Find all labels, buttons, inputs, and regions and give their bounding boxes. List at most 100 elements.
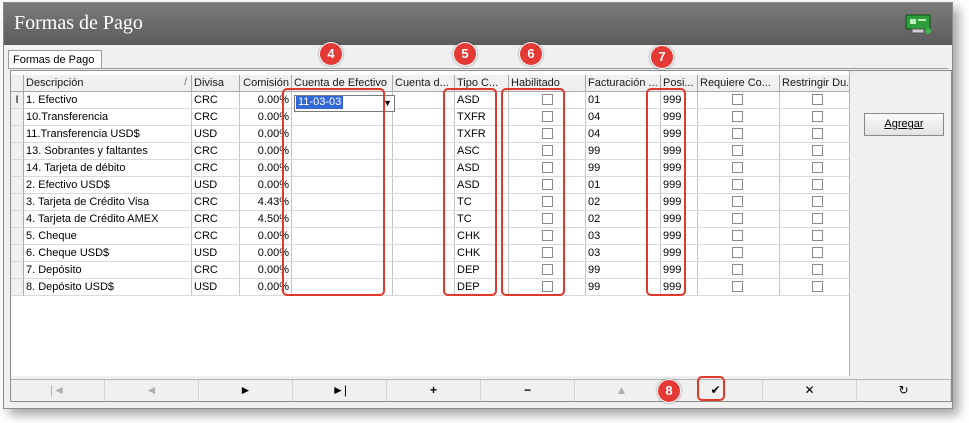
cell-restringir[interactable]	[780, 262, 849, 279]
cell-descripcion[interactable]: 7. Depósito	[24, 262, 192, 279]
cell-restringir[interactable]	[780, 109, 849, 126]
restringir-checkbox[interactable]	[812, 247, 823, 258]
restringir-checkbox[interactable]	[812, 179, 823, 190]
cell-divisa[interactable]: USD	[192, 245, 240, 262]
cell-descripcion[interactable]: 1. Efectivo	[24, 92, 192, 109]
header-divisa[interactable]: Divisa	[192, 75, 240, 92]
cell-restringir[interactable]	[780, 211, 849, 228]
cell-divisa[interactable]: CRC	[192, 211, 240, 228]
requiere-checkbox[interactable]	[732, 230, 743, 241]
cell-descripcion[interactable]: 4. Tarjeta de Crédito AMEX	[24, 211, 192, 228]
row-indicator[interactable]	[11, 245, 24, 262]
cell-requiere[interactable]	[698, 245, 780, 262]
restringir-checkbox[interactable]	[812, 145, 823, 156]
header-restringir[interactable]: Restringir Du...	[780, 75, 849, 92]
cell-descripcion[interactable]: 8. Depósito USD$	[24, 279, 192, 296]
restringir-checkbox[interactable]	[812, 264, 823, 275]
cell-restringir[interactable]	[780, 143, 849, 160]
cell-descripcion[interactable]: 10.Transferencia	[24, 109, 192, 126]
nav-prior-icon[interactable]: ◄	[105, 380, 199, 401]
cell-divisa[interactable]: USD	[192, 279, 240, 296]
cell-restringir[interactable]	[780, 228, 849, 245]
cell-restringir[interactable]	[780, 194, 849, 211]
restringir-checkbox[interactable]	[812, 94, 823, 105]
requiere-checkbox[interactable]	[732, 247, 743, 258]
nav-refresh-icon[interactable]: ↻	[857, 380, 951, 401]
cell-divisa[interactable]: CRC	[192, 262, 240, 279]
nav-next-icon[interactable]: ►	[199, 380, 293, 401]
cell-requiere[interactable]	[698, 279, 780, 296]
cell-requiere[interactable]	[698, 143, 780, 160]
cell-descripcion[interactable]: 5. Cheque	[24, 228, 192, 245]
table-row[interactable]: 13. Sobrantes y faltantes CRC 0.00% ASC 99 99…	[11, 143, 849, 160]
row-indicator[interactable]	[11, 228, 24, 245]
nav-cancel-icon[interactable]: ✕	[763, 380, 857, 401]
nav-insert-icon[interactable]: +	[387, 380, 481, 401]
restringir-checkbox[interactable]	[812, 281, 823, 292]
table-row[interactable]: 14. Tarjeta de débito CRC 0.00% ASD 99 999	[11, 160, 849, 177]
row-indicator[interactable]	[11, 194, 24, 211]
requiere-checkbox[interactable]	[732, 196, 743, 207]
table-row[interactable]: 10.Transferencia CRC 0.00% TXFR 04 999	[11, 109, 849, 126]
cell-divisa[interactable]: CRC	[192, 160, 240, 177]
row-indicator[interactable]	[11, 262, 24, 279]
requiere-checkbox[interactable]	[732, 281, 743, 292]
cell-requiere[interactable]	[698, 262, 780, 279]
row-indicator[interactable]	[11, 109, 24, 126]
table-row[interactable]: 3. Tarjeta de Crédito Visa CRC 4.43% TC 02 99…	[11, 194, 849, 211]
cell-restringir[interactable]	[780, 279, 849, 296]
restringir-checkbox[interactable]	[812, 162, 823, 173]
cell-restringir[interactable]	[780, 92, 849, 109]
cell-restringir[interactable]	[780, 126, 849, 143]
table-row[interactable]: 6. Cheque USD$ USD 0.00% CHK 03 999	[11, 245, 849, 262]
restringir-checkbox[interactable]	[812, 230, 823, 241]
header-requiere[interactable]: Requiere Co...	[698, 75, 780, 92]
requiere-checkbox[interactable]	[732, 264, 743, 275]
cell-descripcion[interactable]: 2. Efectivo USD$	[24, 177, 192, 194]
requiere-checkbox[interactable]	[732, 145, 743, 156]
nav-delete-icon[interactable]: −	[481, 380, 575, 401]
tab-formas-de-pago[interactable]: Formas de Pago	[8, 50, 102, 68]
nav-first-icon[interactable]: |◄	[11, 380, 105, 401]
row-indicator[interactable]	[11, 177, 24, 194]
cell-restringir[interactable]	[780, 160, 849, 177]
requiere-checkbox[interactable]	[732, 128, 743, 139]
cell-requiere[interactable]	[698, 194, 780, 211]
restringir-checkbox[interactable]	[812, 196, 823, 207]
nav-edit-icon[interactable]: ▲	[575, 380, 669, 401]
cell-divisa[interactable]: USD	[192, 126, 240, 143]
cell-descripcion[interactable]: 11.Transferencia USD$	[24, 126, 192, 143]
row-indicator[interactable]	[11, 279, 24, 296]
cell-divisa[interactable]: CRC	[192, 194, 240, 211]
requiere-checkbox[interactable]	[732, 213, 743, 224]
nav-last-icon[interactable]: ►|	[293, 380, 387, 401]
table-row[interactable]: 4. Tarjeta de Crédito AMEX CRC 4.50% TC 02 99…	[11, 211, 849, 228]
restringir-checkbox[interactable]	[812, 111, 823, 122]
row-indicator[interactable]	[11, 211, 24, 228]
cell-descripcion[interactable]: 13. Sobrantes y faltantes	[24, 143, 192, 160]
cell-requiere[interactable]	[698, 211, 780, 228]
requiere-checkbox[interactable]	[732, 179, 743, 190]
table-row[interactable]: 11.Transferencia USD$ USD 0.00% TXFR 04 999	[11, 126, 849, 143]
cell-divisa[interactable]: CRC	[192, 228, 240, 245]
cell-requiere[interactable]	[698, 126, 780, 143]
cell-divisa[interactable]: USD	[192, 177, 240, 194]
table-row[interactable]: 2. Efectivo USD$ USD 0.00% ASD 01 999	[11, 177, 849, 194]
cell-divisa[interactable]: CRC	[192, 143, 240, 160]
row-indicator[interactable]	[11, 160, 24, 177]
table-row[interactable]: 8. Depósito USD$ USD 0.00% DEP 99 999	[11, 279, 849, 296]
restringir-checkbox[interactable]	[812, 128, 823, 139]
cell-requiere[interactable]	[698, 228, 780, 245]
requiere-checkbox[interactable]	[732, 162, 743, 173]
payment-methods-grid[interactable]: Descripción / Divisa Comisión Cuenta de E…	[11, 71, 850, 376]
cell-restringir[interactable]	[780, 245, 849, 262]
cell-descripcion[interactable]: 14. Tarjeta de débito	[24, 160, 192, 177]
cell-descripcion[interactable]: 6. Cheque USD$	[24, 245, 192, 262]
cell-requiere[interactable]	[698, 177, 780, 194]
row-indicator[interactable]	[11, 126, 24, 143]
restringir-checkbox[interactable]	[812, 213, 823, 224]
table-row[interactable]: 7. Depósito CRC 0.00% DEP 99 999	[11, 262, 849, 279]
cell-requiere[interactable]	[698, 109, 780, 126]
cell-divisa[interactable]: CRC	[192, 92, 240, 109]
cell-descripcion[interactable]: 3. Tarjeta de Crédito Visa	[24, 194, 192, 211]
